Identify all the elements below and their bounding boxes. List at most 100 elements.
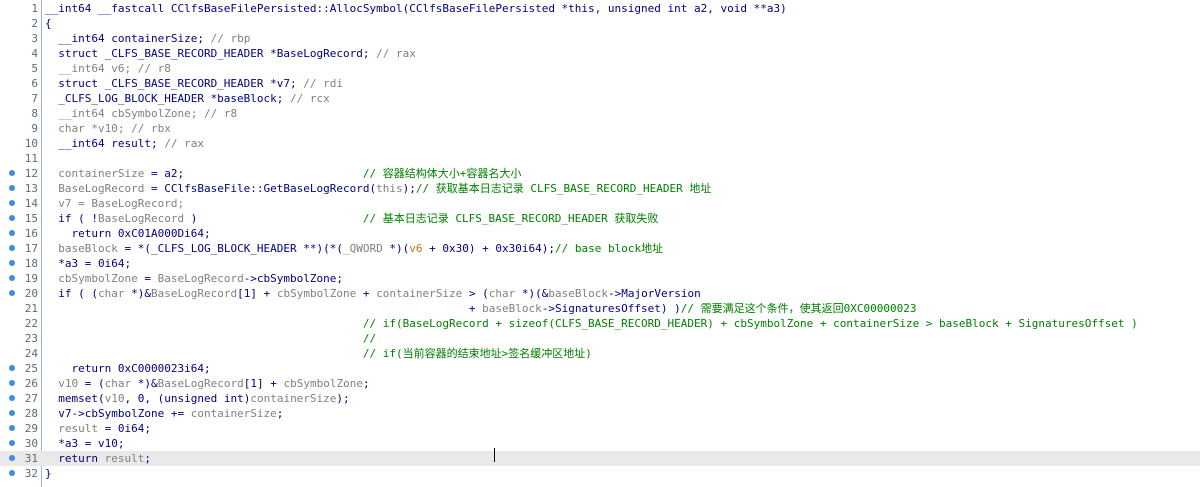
- breakpoint-marker-icon[interactable]: [9, 200, 15, 206]
- code-token: char: [488, 287, 516, 300]
- code-token: *)&: [124, 287, 151, 300]
- code-text: __int64 containerSize; // rbp: [45, 31, 250, 46]
- breakpoint-marker-icon[interactable]: [9, 185, 15, 191]
- code-line[interactable]: 20 if ( (char *)&BaseLogRecord[1] + cbSy…: [0, 286, 1200, 301]
- code-token: result: [45, 422, 98, 435]
- code-token: cbSymbolZone: [276, 287, 357, 300]
- line-number: 29: [24, 422, 38, 435]
- breakpoint-marker-icon[interactable]: [9, 275, 15, 281]
- code-line[interactable]: 10 __int64 result; // rax: [0, 136, 1200, 151]
- code-text: __int64 v6; // r8: [45, 61, 171, 76]
- breakpoint-marker-icon[interactable]: [9, 290, 15, 296]
- code-line[interactable]: 27 memset(v10, 0, (unsigned int)containe…: [0, 391, 1200, 406]
- code-line[interactable]: 4 struct _CLFS_BASE_RECORD_HEADER *BaseL…: [0, 46, 1200, 61]
- code-line[interactable]: 22 // if(BaseLogRecord + sizeof(CLFS_BAS…: [0, 316, 1200, 331]
- code-line[interactable]: 23 //: [0, 331, 1200, 346]
- line-number: 25: [24, 362, 38, 375]
- code-token: struct _CLFS_BASE_RECORD_HEADER *BaseLog…: [45, 47, 377, 60]
- code-token: //: [362, 332, 377, 345]
- code-line[interactable]: 5 __int64 v6; // r8: [0, 61, 1200, 76]
- breakpoint-marker-icon[interactable]: [9, 440, 15, 446]
- code-line[interactable]: 3 __int64 containerSize; // rbp: [0, 31, 1200, 46]
- line-number: 5: [31, 62, 38, 75]
- code-token: v7 = BaseLogRecord;: [45, 197, 185, 210]
- code-token: v6: [409, 242, 423, 255]
- code-line[interactable]: 13 BaseLogRecord = CClfsBaseFile::GetBas…: [0, 181, 1200, 196]
- code-line[interactable]: 32}: [0, 466, 1200, 481]
- code-line[interactable]: 6 struct _CLFS_BASE_RECORD_HEADER *v7; /…: [0, 76, 1200, 91]
- code-token: );: [336, 392, 350, 405]
- code-line[interactable]: 14 v7 = BaseLogRecord;: [0, 196, 1200, 211]
- code-token: *a3 = v10;: [45, 437, 125, 450]
- code-line[interactable]: 30 *a3 = v10;: [0, 436, 1200, 451]
- line-number: 20: [24, 287, 38, 300]
- code-text: __int64 cbSymbolZone; // r8: [45, 106, 237, 121]
- code-line[interactable]: 7 _CLFS_LOG_BLOCK_HEADER *baseBlock; // …: [0, 91, 1200, 106]
- code-token: > (: [462, 287, 489, 300]
- line-number: 2: [31, 17, 38, 30]
- line-number: 30: [24, 437, 38, 450]
- code-token: +: [356, 287, 377, 300]
- code-token: // 基本日志记录 CLFS_BASE_RECORD_HEADER 获取失败: [362, 212, 659, 225]
- code-line[interactable]: 29 result = 0i64;: [0, 421, 1200, 436]
- code-line[interactable]: 25 return 0xC0000023i64;: [0, 361, 1200, 376]
- code-line[interactable]: 18 *a3 = 0i64;: [0, 256, 1200, 271]
- code-line[interactable]: 21 + baseBlock->SignaturesOffset) )// 需要…: [0, 301, 1200, 316]
- code-token: {: [45, 17, 52, 30]
- code-token: BaseLogRecord: [45, 182, 145, 195]
- code-line[interactable]: 24 // if(当前容器的结束地址>签名缓冲区地址): [0, 346, 1200, 361]
- code-text: if ( !BaseLogRecord ) // 基本日志记录 CLFS_BAS…: [45, 211, 658, 226]
- code-token: if ( !: [45, 212, 98, 225]
- code-line[interactable]: 19 cbSymbolZone = BaseLogRecord->cbSymbo…: [0, 271, 1200, 286]
- breakpoint-marker-icon[interactable]: [9, 455, 15, 461]
- code-token: // 容器结构体大小+容器名大小: [362, 167, 522, 180]
- code-token: __int64 v6;: [45, 62, 138, 75]
- code-token: ->cbSymbolZone;: [243, 272, 344, 285]
- code-line[interactable]: 31 return result;: [0, 451, 1200, 466]
- code-text: v7->cbSymbolZone += containerSize;: [45, 406, 283, 421]
- breakpoint-marker-icon[interactable]: [9, 260, 15, 266]
- code-line[interactable]: 28 v7->cbSymbolZone += containerSize;: [0, 406, 1200, 421]
- pseudocode-editor[interactable]: 1 __int64 __fastcall CClfsBaseFilePersist…: [0, 0, 1200, 487]
- breakpoint-marker-icon[interactable]: [9, 410, 15, 416]
- breakpoint-marker-icon[interactable]: [9, 245, 15, 251]
- breakpoint-marker-icon[interactable]: [9, 470, 15, 476]
- code-text: memset(v10, 0, (unsigned int)containerSi…: [45, 391, 350, 406]
- code-token: v7->cbSymbolZone +=: [45, 407, 191, 420]
- code-token: this: [376, 182, 403, 195]
- code-token: // r8: [203, 107, 238, 120]
- breakpoint-marker-icon[interactable]: [9, 425, 15, 431]
- line-number: 21: [24, 302, 38, 315]
- code-line[interactable]: 16 return 0xC01A000Di64;: [0, 226, 1200, 241]
- code-token: __int64 result;: [45, 137, 165, 150]
- code-line[interactable]: 8 __int64 cbSymbolZone; // r8: [0, 106, 1200, 121]
- code-line[interactable]: 17 baseBlock = *(_CLFS_LOG_BLOCK_HEADER …: [0, 241, 1200, 256]
- code-token: v10: [45, 377, 79, 390]
- code-token: [1] +: [237, 287, 277, 300]
- code-text: return result;: [45, 451, 151, 466]
- code-line[interactable]: 11: [0, 151, 1200, 166]
- code-token: = CClfsBaseFile::GetBaseLogRecord(: [144, 182, 377, 195]
- code-text: result = 0i64;: [45, 421, 151, 436]
- code-line[interactable]: 15 if ( !BaseLogRecord ) // 基本日志记录 CLFS_…: [0, 211, 1200, 226]
- code-token: // 需要满足这个条件，使其返回0XC00000023: [680, 302, 917, 315]
- breakpoint-marker-icon[interactable]: [9, 380, 15, 386]
- code-text: char *v10; // rbx: [45, 121, 171, 136]
- code-line[interactable]: 12 containerSize = a2; // 容器结构体大小+容器名大小: [0, 166, 1200, 181]
- code-token: _QWORD: [343, 242, 383, 255]
- breakpoint-marker-icon[interactable]: [9, 365, 15, 371]
- code-line[interactable]: 2{: [0, 16, 1200, 31]
- code-line[interactable]: 1 __int64 __fastcall CClfsBaseFilePersist…: [0, 1, 1200, 16]
- code-token: char: [104, 377, 132, 390]
- code-token: BaseLogRecord: [157, 272, 244, 285]
- code-token: // rdi: [303, 77, 344, 90]
- breakpoint-marker-icon[interactable]: [9, 170, 15, 176]
- code-line[interactable]: 9 char *v10; // rbx: [0, 121, 1200, 136]
- code-token: , 0, (unsigned int): [124, 392, 251, 405]
- breakpoint-marker-icon[interactable]: [9, 230, 15, 236]
- breakpoint-marker-icon[interactable]: [9, 395, 15, 401]
- breakpoint-marker-icon[interactable]: [9, 215, 15, 221]
- code-line[interactable]: 26 v10 = (char *)&BaseLogRecord[1] + cbS…: [0, 376, 1200, 391]
- code-token: __int64 containerSize;: [45, 32, 211, 45]
- line-number: 10: [24, 137, 38, 150]
